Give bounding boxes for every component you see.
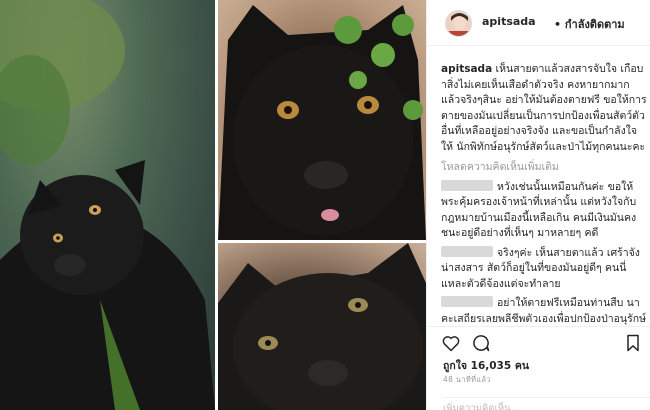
- username[interactable]: apitsada: [482, 15, 536, 28]
- avatar[interactable]: [445, 10, 472, 37]
- following-status[interactable]: • กำลังติดตาม: [554, 15, 625, 33]
- comment-item: จริงๆค่ะ เห็นสายตาแล้ว เศร้าจัง น่าสงสาร…: [441, 245, 647, 293]
- add-comment-input[interactable]: เพิ่มความคิดเห็น...: [443, 397, 650, 410]
- post-header: apitsada • กำลังติดตาม: [427, 0, 650, 46]
- caption-username[interactable]: apitsada: [441, 63, 492, 75]
- comment-username-redacted: [441, 296, 493, 307]
- caption: apitsada เห็นสายตาแล้วสงสารจับใจ เกือบาส…: [441, 62, 647, 155]
- post-actions: ถูกใจ 16,035 คน 48 นาทีที่แล้ว เพิ่มความ…: [427, 326, 650, 410]
- heart-icon[interactable]: [441, 333, 461, 353]
- photo-collage: [0, 0, 426, 410]
- load-more-comments[interactable]: โหลดความคิดเห็นเพิ่มเติม: [441, 160, 647, 176]
- caption-text: เห็นสายตาแล้วสงสารจับใจ เกือบาสิ่งไม่เคย…: [441, 63, 647, 153]
- comment-username-redacted: [441, 245, 493, 257]
- like-count[interactable]: ถูกใจ 16,035 คน: [443, 357, 529, 374]
- comment-item: อย่าให้ตายฟรีเหมือนท่านสืบ นาคะเสถียรเลย…: [441, 296, 647, 326]
- comments-area: apitsada เห็นสายตาแล้วสงสารจับใจ เกือบาส…: [441, 62, 647, 326]
- bookmark-icon[interactable]: [623, 333, 643, 353]
- panther-photo-closeup: [218, 0, 426, 240]
- post-time: 48 นาทีที่แล้ว: [443, 375, 491, 384]
- comment-username-redacted: [441, 179, 493, 191]
- comment-icon[interactable]: [471, 333, 491, 353]
- panther-photo-bottom: [218, 243, 426, 410]
- panther-photo-left: [0, 0, 215, 410]
- post-sidebar: apitsada • กำลังติดตาม apitsada เห็นสายต…: [426, 0, 650, 410]
- comment-item: หวังเช่นนั้นเหมือนกันค่ะ ขอให้พระคุ้มครอ…: [441, 179, 647, 242]
